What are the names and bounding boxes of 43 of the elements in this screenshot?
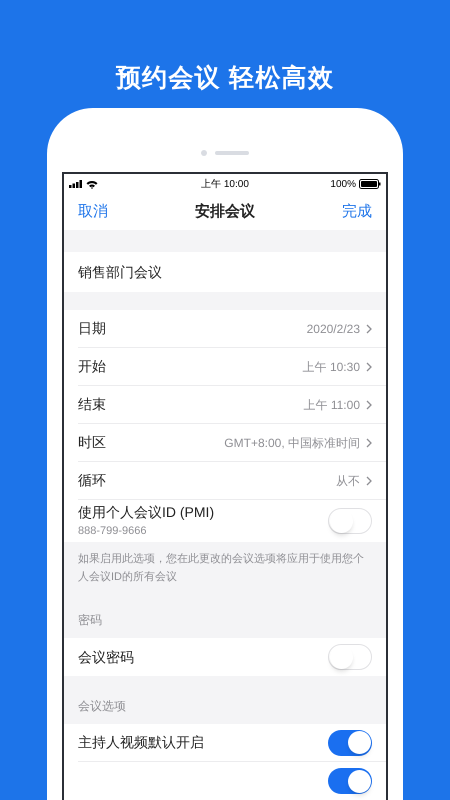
chevron-icon xyxy=(366,362,372,372)
row-label: 会议密码 xyxy=(78,648,135,666)
row-label: 使用个人会议ID (PMI) xyxy=(78,503,216,522)
chevron-icon xyxy=(366,438,372,448)
settings-row[interactable]: 循环 从不 xyxy=(78,462,386,500)
cancel-button[interactable]: 取消 xyxy=(78,200,138,224)
section-header: 会议选项 xyxy=(78,699,126,713)
camera-icon xyxy=(201,150,207,156)
row-label: 日期 xyxy=(78,319,107,338)
done-button[interactable]: 完成 xyxy=(312,200,372,224)
signal-icon xyxy=(69,180,83,188)
help-note: 如果启用此选项，您在此更改的会议选项将应用于使用您个人会议ID的所有会议 xyxy=(78,552,365,585)
settings-row[interactable]: 时区 GMT+8:00, 中国标准时间 xyxy=(78,424,386,462)
section-header: 密码 xyxy=(78,613,102,627)
battery-icon xyxy=(359,179,381,189)
pmi-number: 888-799-9666 xyxy=(78,524,148,540)
row-value: GMT+8:00, 中国标准时间 xyxy=(224,434,360,452)
speaker-icon xyxy=(215,151,249,155)
row-label: 循环 xyxy=(78,471,107,490)
status-time: 上午 10:00 xyxy=(200,178,250,192)
row-label: 结束 xyxy=(78,395,107,414)
screen-title: 安排会议 xyxy=(194,202,256,222)
settings-row[interactable]: 结束 上午 11:00 xyxy=(78,386,386,424)
settings-row[interactable]: 日期 2020/2/23 xyxy=(78,310,386,348)
toggle-switch[interactable] xyxy=(328,730,372,756)
row-value: 上午 10:30 xyxy=(302,358,360,376)
meeting-name-field[interactable]: 销售部门会议 xyxy=(78,262,162,282)
battery-percent: 100% xyxy=(330,178,356,192)
headline: 预约会议 轻松高效 xyxy=(114,63,336,94)
settings-row[interactable]: 开始 上午 10:30 xyxy=(78,348,386,386)
toggle-switch[interactable] xyxy=(328,644,372,670)
chevron-icon xyxy=(366,400,372,410)
row-value: 上午 11:00 xyxy=(304,396,360,414)
chevron-icon xyxy=(366,324,372,334)
row-label: 主持人视频默认开启 xyxy=(78,733,205,752)
row-value: 2020/2/23 xyxy=(306,320,360,338)
wifi-icon xyxy=(86,180,98,188)
row-value: 从不 xyxy=(336,472,360,490)
row-label: 时区 xyxy=(78,433,107,452)
toggle-switch[interactable] xyxy=(328,768,372,794)
toggle-switch[interactable] xyxy=(328,508,372,534)
chevron-icon xyxy=(366,476,372,486)
row-label: 开始 xyxy=(78,357,107,376)
